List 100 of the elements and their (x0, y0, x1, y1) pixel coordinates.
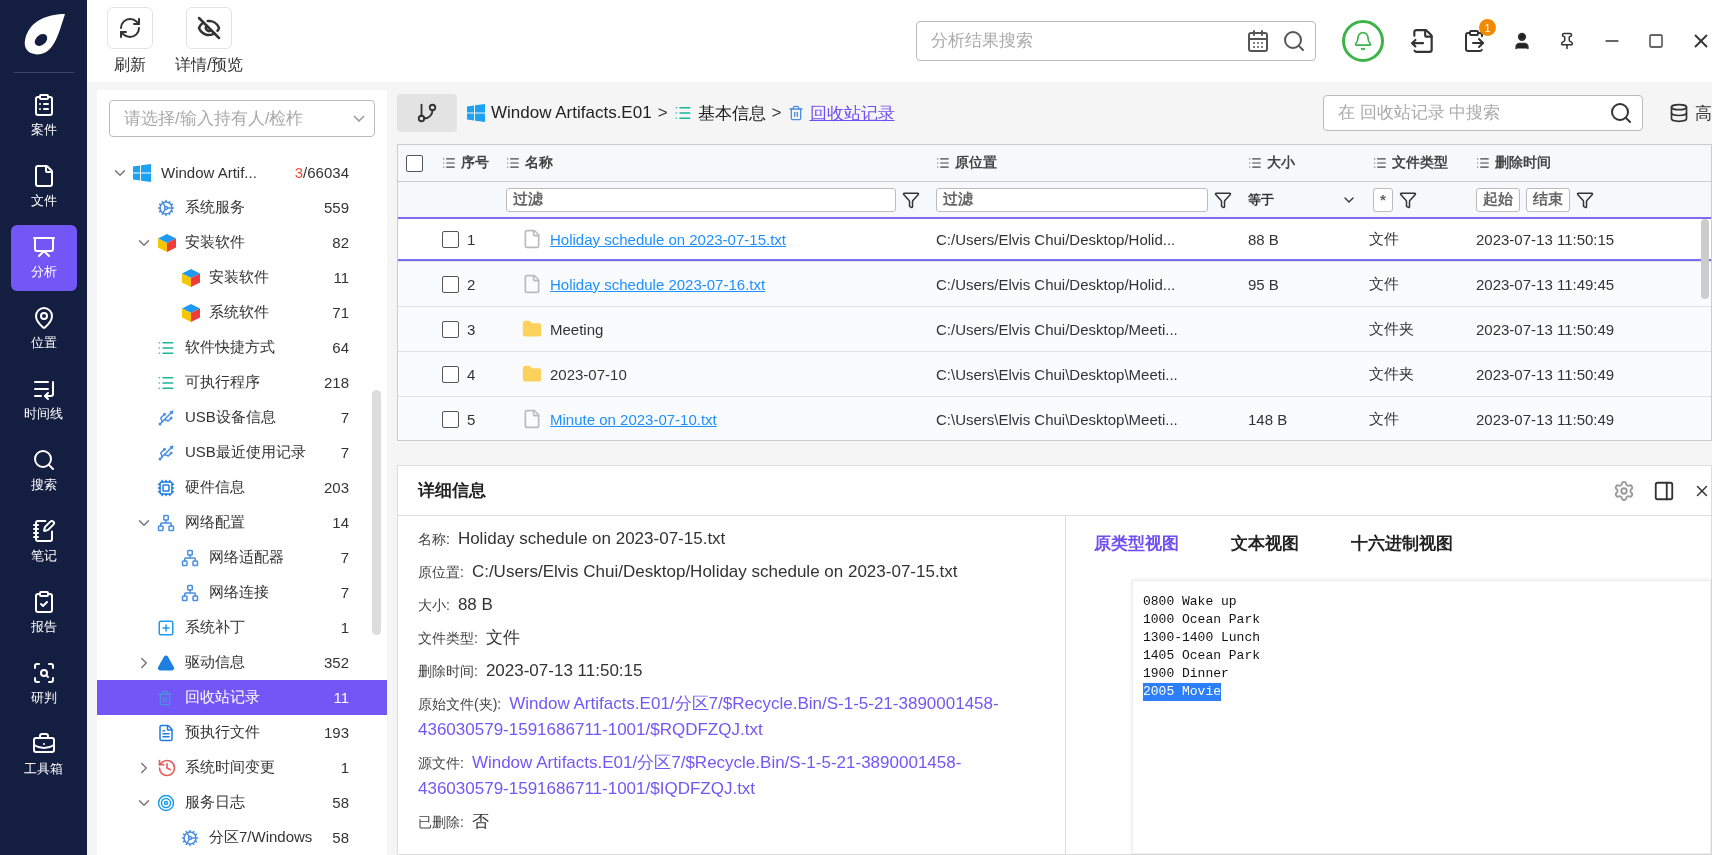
tree-item[interactable]: 安装软件 11 (97, 260, 387, 295)
view-tab[interactable]: 原类型视图 (1094, 532, 1179, 555)
export-icon[interactable] (1410, 28, 1436, 54)
tree-item[interactable]: 系统软件 71 (97, 295, 387, 330)
checkbox[interactable] (442, 275, 459, 293)
column-header[interactable]: 文件类型 (1365, 154, 1468, 172)
filter-icon[interactable] (902, 190, 920, 209)
tree-item[interactable]: USB最近使用记录 7 (97, 435, 387, 470)
tree-item[interactable]: 驱动信息 352 (97, 645, 387, 680)
checkbox[interactable] (442, 230, 459, 248)
refresh-button[interactable] (107, 6, 153, 49)
search-icon[interactable] (1609, 101, 1633, 125)
breadcrumb-link[interactable]: Window Artifacts.E01 (491, 103, 652, 123)
gear-icon (181, 828, 199, 847)
view-tab[interactable]: 十六进制视图 (1351, 532, 1453, 555)
table-row[interactable]: 3 Meeting C:/Users/Elvis Chui/Desktop/Meeti... 文件夹 2023-07-13 11:50:49 (398, 307, 1711, 352)
column-header[interactable]: 删除时间 (1468, 154, 1673, 172)
nav-item[interactable]: 笔记 (10, 509, 77, 575)
database-icon (1669, 103, 1689, 123)
tree-item[interactable]: 服务日志 58 (97, 785, 387, 820)
tree-item[interactable]: 网络连接 7 (97, 575, 387, 610)
briefcase-icon (31, 732, 56, 756)
tree-item[interactable]: 预执行文件 193 (97, 715, 387, 750)
checkbox[interactable] (406, 154, 423, 172)
tree-item[interactable]: USB设备信息 7 (97, 400, 387, 435)
filter-field[interactable]: 过滤 (936, 187, 1208, 212)
nav-item[interactable]: 搜索 (10, 438, 77, 504)
nav-item[interactable]: 案件 (10, 83, 77, 149)
table-cell: 5 (467, 410, 476, 428)
calendar-icon[interactable] (1246, 29, 1270, 53)
table-cell-text: 2023-07-13 11:50:49 (1475, 320, 1616, 338)
filter-icon[interactable] (1398, 190, 1417, 209)
user-icon[interactable] (1512, 31, 1532, 51)
column-header[interactable]: 大小 (1240, 154, 1365, 172)
tree-item[interactable]: 系统补丁 1 (97, 610, 387, 645)
branch-button[interactable] (397, 94, 457, 132)
tree-item[interactable]: 软件快捷方式 64 (97, 330, 387, 365)
filter-field[interactable]: * (1373, 187, 1393, 212)
bell-button[interactable] (1342, 20, 1384, 62)
start-field[interactable]: 起始 (1476, 187, 1520, 212)
filter-icon[interactable] (1214, 190, 1232, 209)
panel-icon[interactable] (1653, 479, 1675, 502)
tree-item[interactable]: 网络适配器 7 (97, 540, 387, 575)
eye-off-icon (197, 15, 222, 40)
tree-item[interactable]: 分区7/Windows 58 (97, 820, 387, 855)
table-row[interactable]: 4 2023-07-10 C:\Users\Elvis Chui\Desktop\Meeti... 文件夹 2023-07-13 11:50:49 (398, 352, 1711, 397)
filter-icon[interactable] (1576, 190, 1594, 209)
tree-item[interactable]: 回收站记录 11 (97, 680, 387, 715)
checkbox[interactable] (442, 320, 459, 338)
column-header[interactable]: 名称 (498, 154, 928, 172)
filter-field[interactable]: 过滤 (506, 187, 896, 212)
tree-item[interactable]: 系统服务 559 (97, 190, 387, 225)
nav-item[interactable]: 文件 (10, 154, 77, 220)
detail-field: 源文件: Window Artifacts.E01/分区7/$Recycle.Bin/S-1-5-21-3890001458-436030579-1591686711-1001/$IQDFZQJ.txt (418, 750, 1045, 802)
search-icon[interactable] (1282, 29, 1306, 53)
table-cell-text: 2023-07-13 11:50:49 (1475, 365, 1616, 383)
column-header[interactable]: 原位置 (928, 154, 1240, 172)
table-row[interactable]: 2 Holiday schedule 2023-07-16.txt C:/Users/Elvis Chui/Desktop/Holid... 95 B 文件 2023-07-13 11:49:45 (398, 262, 1711, 307)
nav-item[interactable]: 位置 (10, 296, 77, 362)
end-field[interactable]: 结束 (1526, 187, 1570, 212)
search-field[interactable]: 在 回收站记录 中搜索 (1323, 95, 1643, 131)
table-row[interactable]: 1 Holiday schedule on 2023-07-15.txt C:/Users/Elvis Chui/Desktop/Holid... 88 B 文件 2023-07-13 11:50:15 (398, 217, 1711, 262)
nav-item[interactable]: 时间线 (10, 367, 77, 433)
notification-badge: 1 (1479, 19, 1496, 36)
nav-item[interactable]: 工具箱 (10, 722, 77, 788)
tree-item[interactable]: Window Artif... 3/66034 (97, 155, 387, 190)
plus-square-icon (157, 618, 175, 637)
toolbar-label: 刷新 (114, 54, 146, 75)
table-cell-text: 88 B (1247, 230, 1280, 248)
toolbar-label: 详情/预览 (175, 54, 244, 75)
settings-icon[interactable] (1613, 479, 1635, 502)
tree-item[interactable]: 硬件信息 203 (97, 470, 387, 505)
table-cell-text: 95 B (1247, 275, 1280, 293)
pin-icon[interactable] (1558, 32, 1576, 50)
breadcrumb-link[interactable]: 回收站记录 (809, 101, 895, 125)
nav-item[interactable]: 报告 (10, 580, 77, 646)
checkbox[interactable] (442, 365, 459, 383)
nav-item[interactable]: 分析 (10, 225, 77, 291)
tree-item[interactable]: 安装软件 82 (97, 225, 387, 260)
tree-item[interactable]: 可执行程序 218 (97, 365, 387, 400)
checkbox[interactable] (442, 410, 459, 428)
preview-line: 1000 Ocean Park (1143, 611, 1261, 629)
advanced-search-button[interactable]: 高 (1669, 101, 1712, 125)
file-icon (522, 274, 542, 294)
refresh-icon (118, 15, 142, 40)
column-header[interactable]: 序号 (434, 154, 498, 172)
owner-select[interactable]: 请选择/输入持有人/检柞 (109, 100, 375, 137)
size-select[interactable]: 等于 (1248, 190, 1357, 209)
table-row[interactable]: 5 Minute on 2023-07-10.txt C:\Users\Elvis Chui\Desktop\Meeti... 148 B 文件 2023-07-13 11:50:49 (398, 397, 1711, 440)
tree-item[interactable]: 系统时间变更 1 (97, 750, 387, 785)
search-field[interactable]: 分析结果搜索 (916, 21, 1316, 61)
breadcrumb-link[interactable]: 基本信息 (697, 101, 766, 125)
preview-toggle-button[interactable] (186, 6, 233, 49)
maximize-icon[interactable] (1648, 33, 1664, 49)
caret-icon[interactable] (353, 115, 365, 122)
tree-item[interactable]: 网络配置 14 (97, 505, 387, 540)
nav-item[interactable]: 研判 (10, 651, 77, 717)
view-tab[interactable]: 文本视图 (1231, 532, 1299, 555)
list-icon (936, 156, 950, 170)
clipboard-icon[interactable] (1462, 29, 1486, 53)
